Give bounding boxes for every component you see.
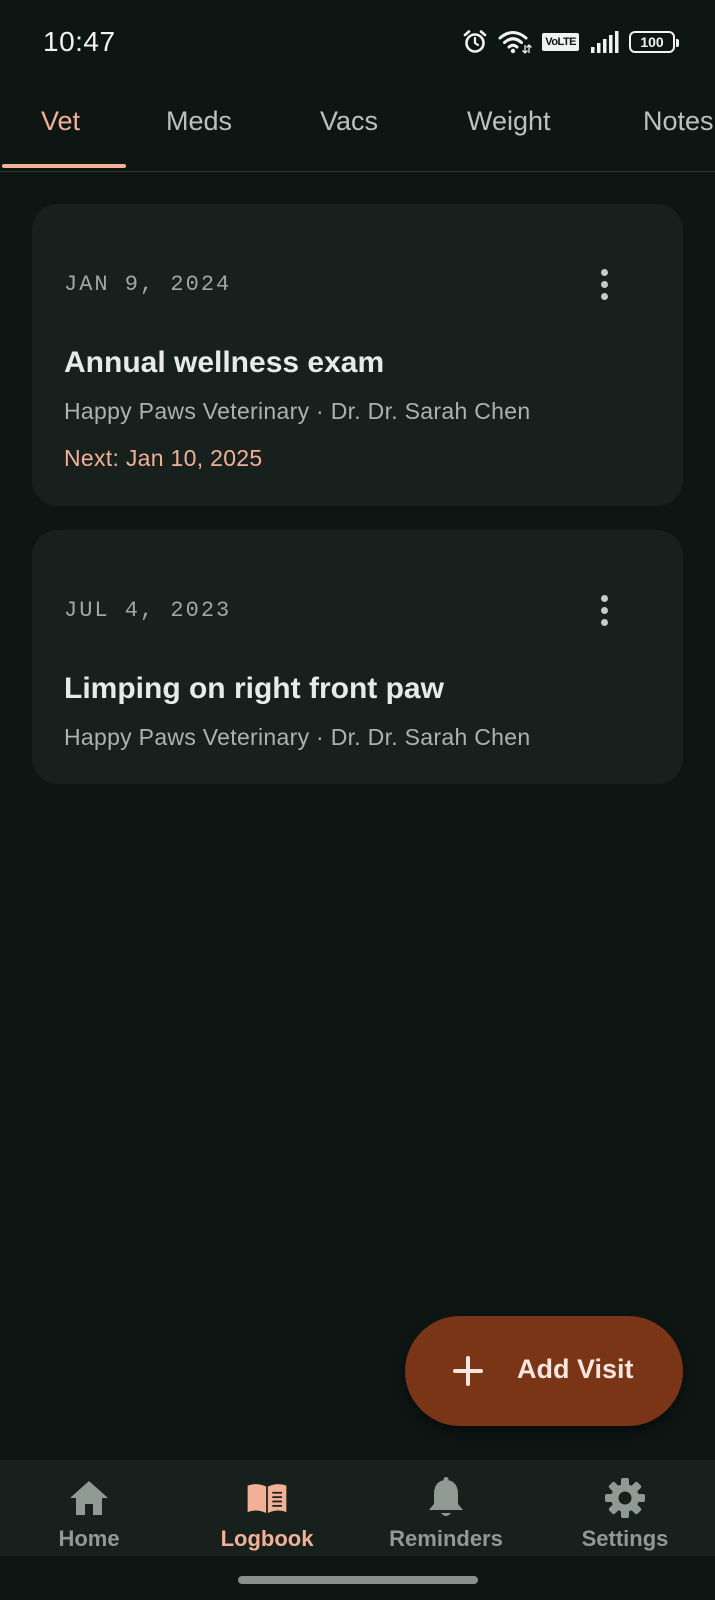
visit-next-date: Next: Jan 10, 2025 [64, 445, 263, 471]
tab-notes[interactable]: Notes [643, 106, 714, 137]
gear-icon [603, 1476, 647, 1520]
tab-bar: Vet Meds Vacs Weight Notes [0, 84, 715, 172]
status-time: 10:47 [43, 26, 116, 57]
visit-date: JUL 4, 2023 [64, 598, 232, 623]
nav-reminders-label: Reminders [389, 1526, 503, 1551]
visit-title: Limping on right front paw [64, 672, 444, 705]
nav-reminders[interactable]: Reminders [357, 1460, 535, 1556]
tab-vet[interactable]: Vet [41, 106, 80, 137]
nav-logbook[interactable]: Logbook [178, 1460, 356, 1556]
tab-indicator [2, 164, 126, 168]
gesture-bar[interactable] [238, 1576, 478, 1584]
tab-weight[interactable]: Weight [467, 106, 551, 137]
bottom-nav: Home Logbook Reminders Settings [0, 1460, 715, 1556]
visit-clinic: Happy Paws Veterinary · Dr. Dr. Sarah Ch… [64, 724, 531, 750]
nav-home[interactable]: Home [0, 1460, 178, 1556]
book-icon [245, 1476, 289, 1520]
nav-settings[interactable]: Settings [536, 1460, 714, 1556]
visit-card[interactable]: JUL 4, 2023 Limping on right front paw H… [32, 530, 683, 784]
tab-meds[interactable]: Meds [166, 106, 232, 137]
volte-badge: VoLTE [542, 33, 579, 51]
visit-clinic: Happy Paws Veterinary · Dr. Dr. Sarah Ch… [64, 398, 531, 424]
add-visit-button[interactable]: Add Visit [405, 1316, 683, 1426]
status-bar: 10:47 VoLTE 100 [0, 0, 715, 84]
status-icons: VoLTE 100 [462, 26, 679, 58]
tab-vacs[interactable]: Vacs [320, 106, 378, 137]
bell-icon [424, 1476, 468, 1520]
plus-icon [453, 1356, 483, 1386]
battery-level: 100 [640, 34, 664, 50]
battery-icon: 100 [629, 31, 679, 53]
nav-home-label: Home [58, 1526, 120, 1551]
visit-title: Annual wellness exam [64, 346, 385, 379]
more-options-icon[interactable] [589, 264, 619, 304]
signal-icon [589, 30, 619, 54]
nav-settings-label: Settings [581, 1526, 669, 1551]
visit-card[interactable]: JAN 9, 2024 Annual wellness exam Happy P… [32, 204, 683, 506]
nav-logbook-label: Logbook [220, 1526, 314, 1551]
more-options-icon[interactable] [589, 590, 619, 630]
home-icon [67, 1476, 111, 1520]
alarm-icon [462, 29, 488, 55]
visit-date: JAN 9, 2024 [64, 272, 232, 297]
wifi-icon [498, 29, 533, 55]
add-visit-label: Add Visit [517, 1354, 634, 1384]
